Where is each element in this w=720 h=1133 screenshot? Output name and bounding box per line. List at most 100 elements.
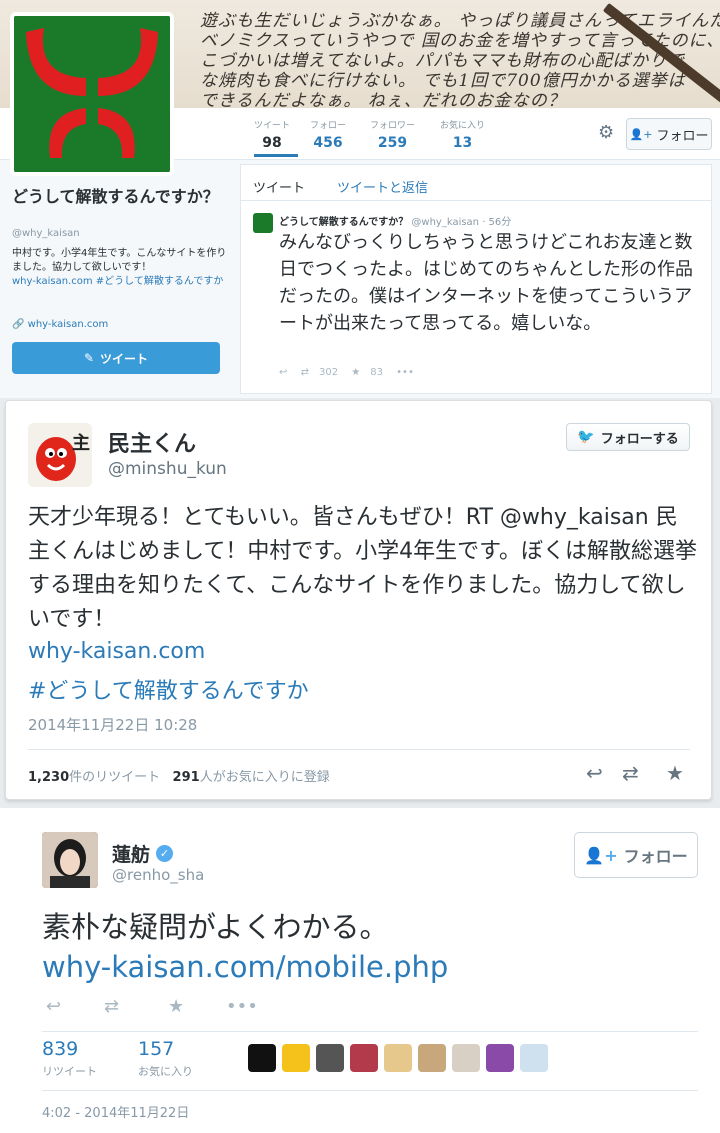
retweet-icon[interactable]: ⇄ [104,996,119,1017]
mobile-tweet: 蓮舫 ✓ @renho_sha 👤+ フォロー 素朴な疑問がよくわかる。 why… [0,808,720,1133]
tweet-button-label: ツイート [100,351,149,366]
embed-hashtag[interactable]: #どうして解散するんですか [28,673,309,705]
retweet-icon[interactable]: ⇄ [622,761,639,785]
profile-avatar[interactable] [10,12,174,176]
stat-following[interactable]: フォロー 456 [310,118,346,151]
mobile-link[interactable]: why-kaisan.com/mobile.php [42,950,448,984]
user-avatar[interactable] [316,1044,344,1072]
person-add-icon: 👤+ [629,127,653,141]
portrait-icon [42,832,98,888]
verified-icon: ✓ [156,845,174,862]
tweet-avatar[interactable] [253,213,273,233]
timeline-tabs: ツイート ツイートと返信 [241,165,711,201]
embed-date[interactable]: 2014年11月22日 10:28 [28,714,197,735]
favorite-count: 83 [370,367,383,378]
svg-text:主: 主 [72,432,90,454]
stat-tweets[interactable]: ツイート 98 [254,118,290,151]
user-avatar[interactable] [248,1044,276,1072]
embed-link[interactable]: why-kaisan.com [28,639,205,664]
profile-name: どうして解散するんですか？ [12,187,219,206]
embed-author-name[interactable]: 民主くん [108,426,196,458]
tweet-button[interactable]: ✎ ツイート [12,342,220,374]
stat-label: フォロー [310,121,347,131]
website-label: why-kaisan.com [27,319,109,330]
favoriters-avatars [248,1044,548,1072]
tab-tweets[interactable]: ツイート [253,177,305,196]
embedded-tweet: 主 民主くん @minshu_kun 🐦 フォローする 天才少年現る！とてもいい… [5,400,712,800]
embed-stats: 1,230件のリツイート 291人がお気に入りに登録 [28,766,330,785]
profile-handle: @why_kaisan [12,228,80,239]
mobile-author-name[interactable]: 蓮舫 ✓ [112,840,174,867]
tweet-author-name[interactable]: どうして解散するんですか？ [279,217,408,228]
embed-avatar[interactable]: 主 [28,423,92,487]
more-icon[interactable]: ••• [396,367,414,378]
link-icon: 🔗 [12,319,25,330]
user-avatar[interactable] [486,1044,514,1072]
anger-mark-icon [14,16,170,172]
user-avatar[interactable] [418,1044,446,1072]
retweet-icon[interactable]: ⇄ [301,367,309,378]
user-avatar[interactable] [384,1044,412,1072]
person-add-icon: 👤+ [584,845,618,865]
user-avatar[interactable] [350,1044,378,1072]
bio-link[interactable]: why-kaisan.com [12,276,93,287]
retweet-label: リツイート [42,1065,97,1078]
follow-button-label: フォロー [623,847,688,866]
favorite-label: お気に入り [138,1065,193,1078]
reply-icon[interactable]: ↩ [46,996,61,1017]
reply-icon[interactable]: ↩ [279,367,287,378]
bio-hashtag[interactable]: #どうして解散するんですか [96,276,224,287]
more-icon[interactable]: ••• [226,996,258,1017]
favorite-count: 157 [138,1038,175,1060]
compose-icon: ✎ [83,351,95,365]
star-icon[interactable]: ★ [168,996,184,1017]
divider [42,1090,698,1091]
twitter-bird-icon: 🐦 [577,429,595,445]
mobile-date: 4:02 - 2014年11月22日 [42,1106,190,1121]
retweet-count[interactable]: 1,230 [28,770,69,785]
embed-author-handle[interactable]: @minshu_kun [108,459,227,479]
tab-tweets-replies[interactable]: ツイートと返信 [337,177,428,196]
star-icon[interactable]: ★ [351,367,360,378]
stat-favorites[interactable]: お気に入り 13 [440,118,485,151]
retweet-label: 件のリツイート [69,770,161,785]
follow-button[interactable]: 🐦 フォローする [566,423,690,451]
favorite-count[interactable]: 291 [173,770,200,785]
profile-bio: 中村です。小学4年生です。こんなサイトを作りました。協力して欲しいです！ why… [12,247,232,289]
divider [28,749,690,750]
tweet-text: みんなびっくりしちゃうと思うけどこれお友達と数日でつくったよ。はじめてのちゃんと… [279,232,693,334]
active-tab-underline [254,154,298,157]
stat-label: フォロワー [370,121,416,131]
favorite-label: 人がお気に入りに登録 [199,770,330,785]
reply-icon[interactable]: ↩ [586,761,603,785]
header-text-line: できるんだよなぁ。 ねぇ、だれのお金なの？ [200,91,566,108]
user-avatar[interactable] [520,1044,548,1072]
profile-panel: 遊ぶも生だいじょうぶかなぁ。 やっぱり議員さんってエライんだ ベノミクスっていう… [0,0,720,398]
mobile-tweet-text: 素朴な疑問がよくわかる。 [42,910,389,944]
embed-tweet-text: 天才少年現る！とてもいい。皆さんもぜひ！RT @why_kaisan 民主くんは… [28,505,697,632]
user-avatar[interactable] [452,1044,480,1072]
follow-button[interactable]: 👤+ フォロー [574,832,698,878]
follow-button-label: フォロー [656,128,709,144]
stat-value: 259 [377,135,408,151]
stat-value: 13 [452,135,473,151]
follow-button[interactable]: 👤+ フォロー [626,118,712,150]
retweet-stat[interactable]: 839 リツイート [42,1038,97,1079]
author-name-text: 蓮舫 [112,844,151,866]
retweet-count: 839 [42,1038,79,1060]
mascot-icon: 主 [28,423,92,487]
mobile-author-handle[interactable]: @renho_sha [112,866,204,884]
tweet-meta: どうして解散するんですか？ @why_kaisan · 56分 [279,213,511,228]
gear-icon[interactable]: ⚙ [598,122,614,143]
follow-button-label: フォローする [600,431,679,447]
profile-website[interactable]: 🔗 why-kaisan.com [12,319,108,330]
user-avatar[interactable] [282,1044,310,1072]
stat-followers[interactable]: フォロワー 259 [370,118,415,151]
mobile-avatar[interactable] [42,832,98,888]
favorite-stat[interactable]: 157 お気に入り [138,1038,193,1079]
divider [42,1031,698,1032]
star-icon[interactable]: ★ [666,761,684,785]
stat-value: 98 [262,135,282,151]
stat-value: 456 [313,135,343,151]
tweet-actions: ↩ ⇄ 302 ★ 83 ••• [279,367,424,378]
